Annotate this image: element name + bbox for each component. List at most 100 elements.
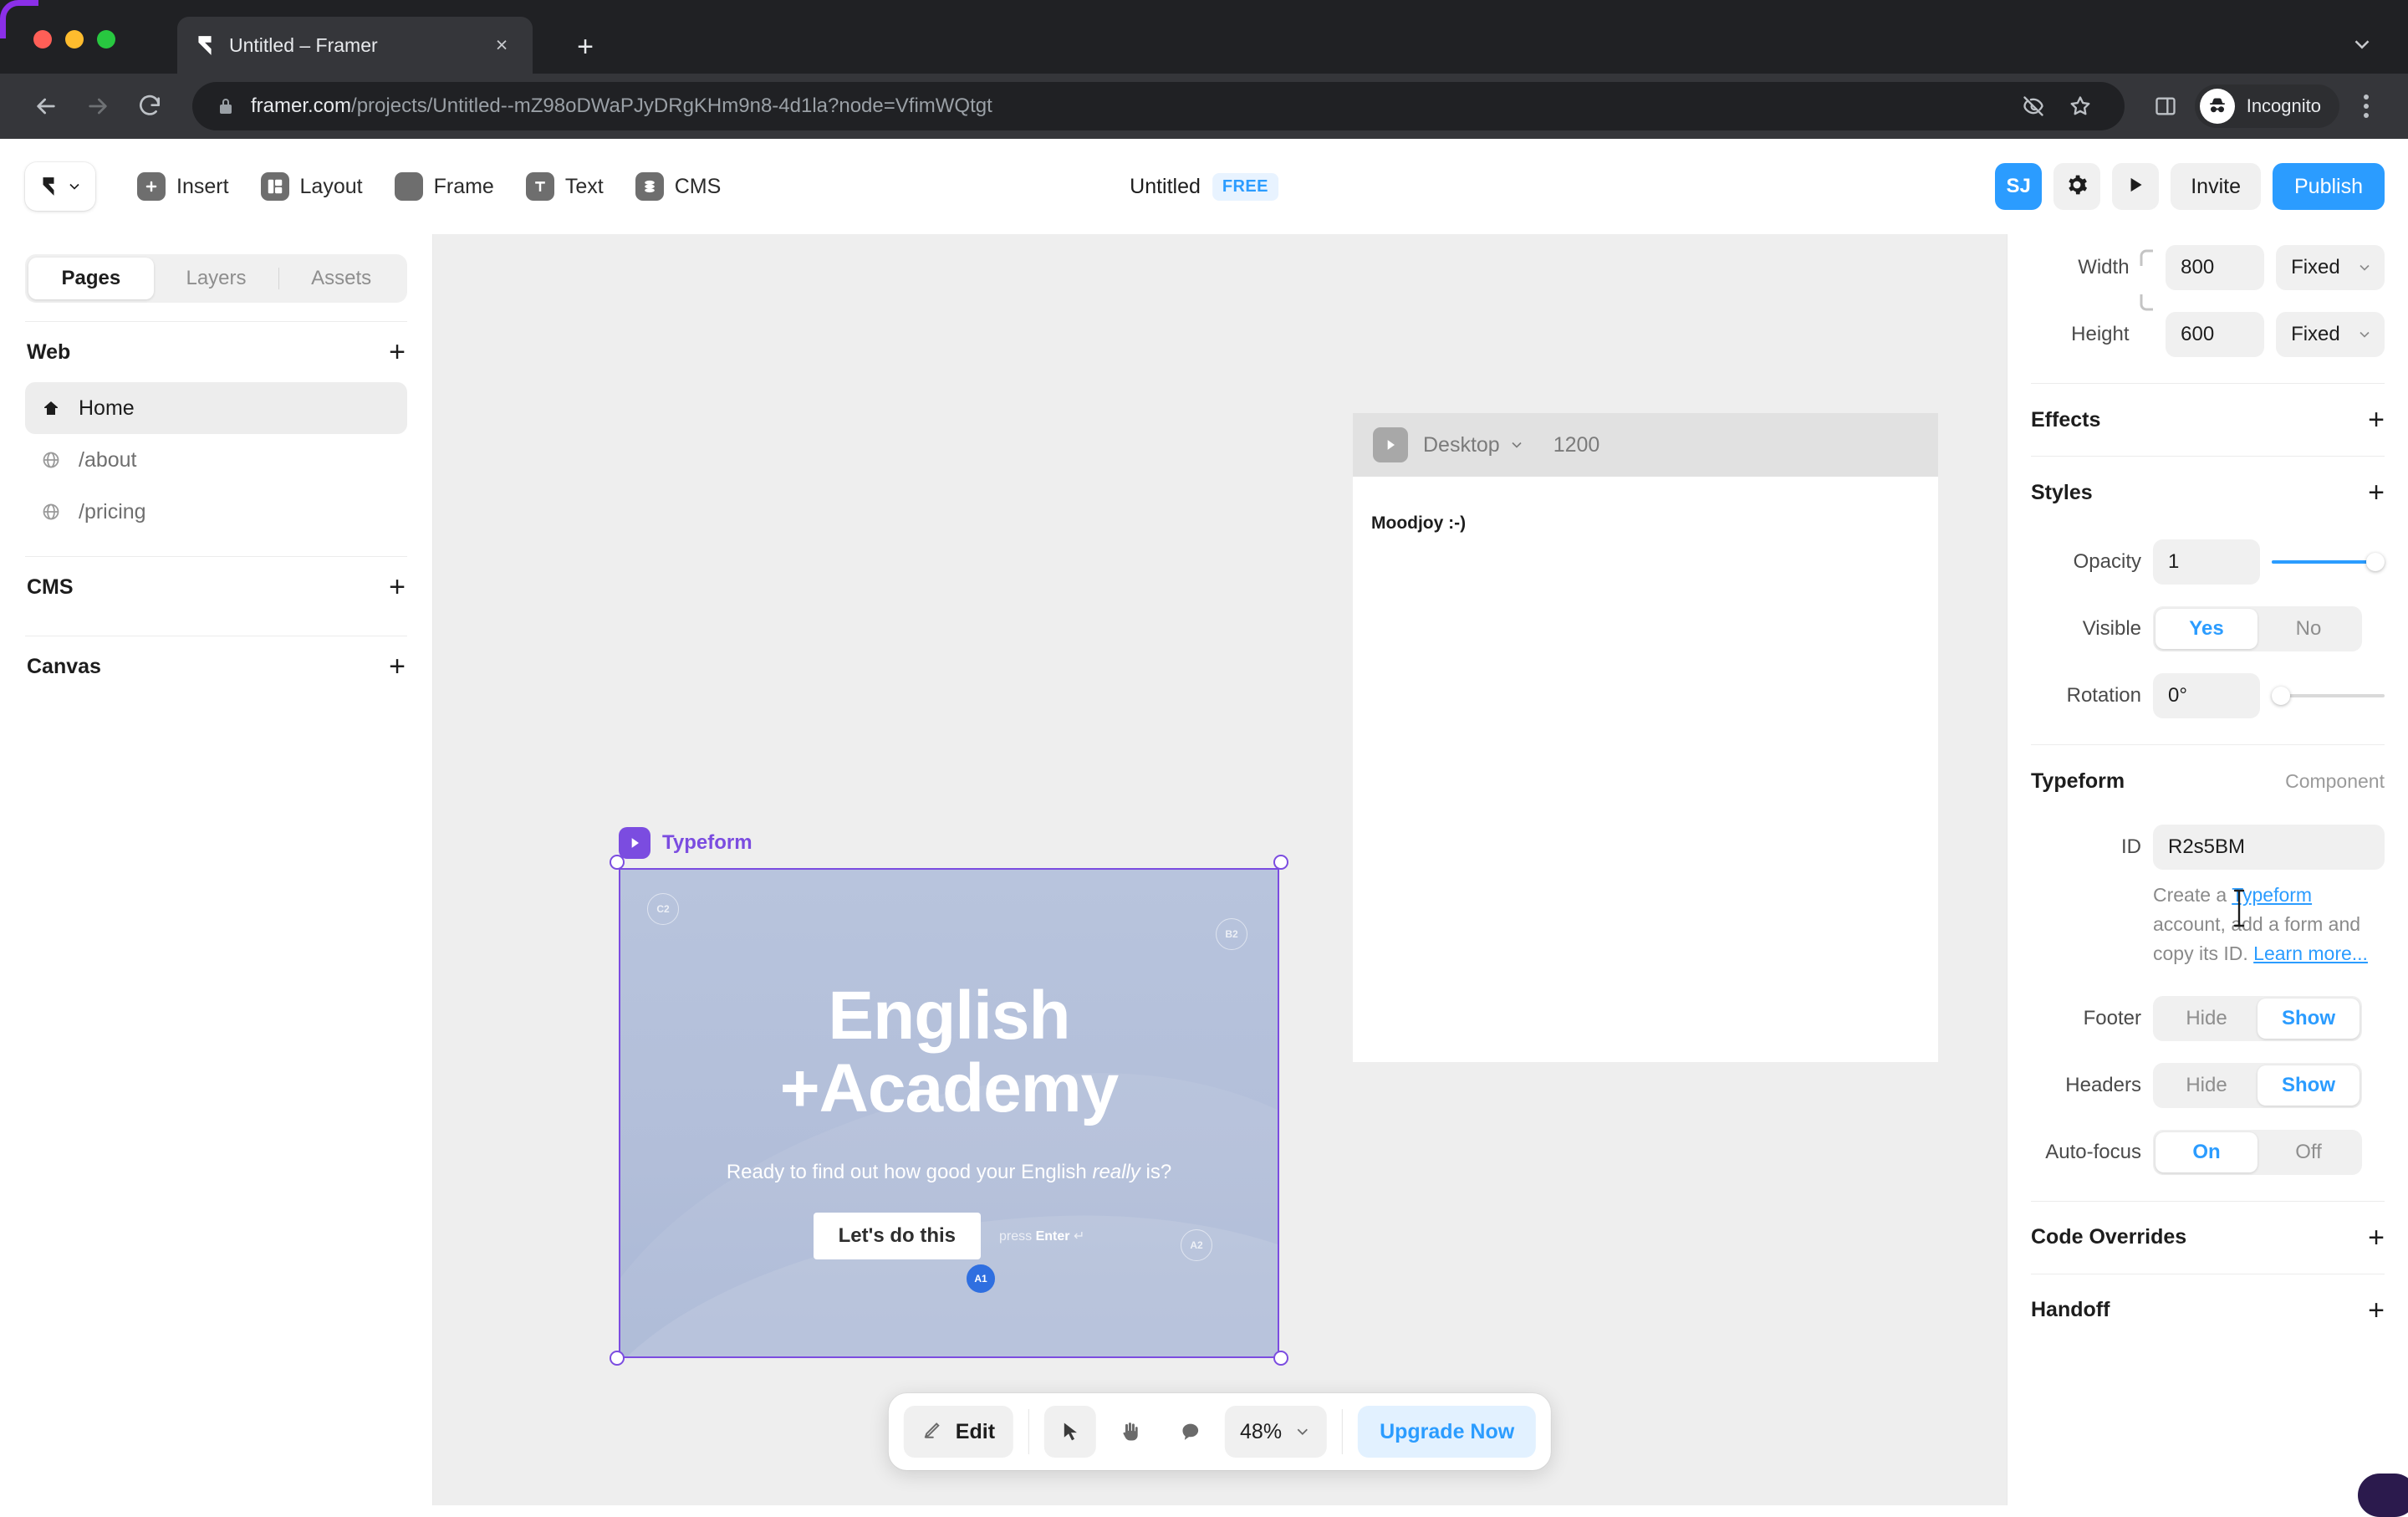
sidebar-item-pricing[interactable]: /pricing (25, 486, 407, 538)
learn-more-link[interactable]: Learn more... (2253, 942, 2368, 964)
resize-handle-top-left[interactable] (610, 855, 625, 870)
play-icon (2125, 174, 2146, 200)
autofocus-on-option[interactable]: On (2155, 1132, 2258, 1172)
autofocus-off-option[interactable]: Off (2258, 1132, 2360, 1172)
hand-icon[interactable] (1105, 1406, 1156, 1458)
lets-do-this-button[interactable]: Let's do this (814, 1213, 981, 1259)
add-web-page-button[interactable]: + (389, 338, 406, 366)
screen-recording-widget (2358, 1474, 2408, 1517)
avatar[interactable]: SJ (1995, 163, 2042, 210)
toolbar-item-frame[interactable]: Frame (383, 164, 506, 209)
plan-badge: FREE (1212, 173, 1278, 201)
canvas-frame-desktop[interactable]: Desktop 1200 Moodjoy :-) (1353, 413, 1938, 1062)
rotation-input[interactable]: 0° (2153, 673, 2260, 718)
opacity-slider[interactable] (2272, 539, 2385, 585)
new-tab-button[interactable]: + (569, 30, 602, 64)
tab-layers[interactable]: Layers (154, 258, 279, 299)
toolbar-label-text: Text (565, 175, 604, 199)
forward-icon[interactable] (75, 84, 120, 129)
screen-recording-indicator (0, 0, 38, 38)
eye-off-icon[interactable] (2013, 85, 2054, 127)
footer-hide-option[interactable]: Hide (2155, 999, 2258, 1039)
cursor-arrow-icon[interactable] (1044, 1406, 1096, 1458)
tab-pages[interactable]: Pages (28, 258, 154, 299)
link-constraint-icon[interactable] (2138, 234, 2155, 301)
edit-mode-button[interactable]: Edit (904, 1406, 1013, 1458)
headers-hide-option[interactable]: Hide (2155, 1065, 2258, 1106)
globe-icon (38, 502, 64, 522)
visible-no-option[interactable]: No (2258, 609, 2360, 649)
subtitle-emphasis: really (1092, 1161, 1140, 1183)
publish-button[interactable]: Publish (2273, 163, 2385, 210)
preview-button[interactable] (2112, 163, 2159, 210)
toolbar-label-layout: Layout (300, 175, 363, 199)
plus-square-icon (137, 172, 166, 201)
resize-handle-bottom-left[interactable] (610, 1351, 625, 1366)
kebab-menu-icon[interactable] (2348, 88, 2385, 125)
add-effect-button[interactable]: + (2368, 406, 2385, 434)
address-bar[interactable]: framer.com/projects/Untitled--mZ98oDWaPJ… (192, 82, 2125, 130)
opacity-input[interactable]: 1 (2153, 539, 2260, 585)
add-canvas-button[interactable]: + (389, 652, 406, 681)
settings-button[interactable] (2053, 163, 2100, 210)
height-mode-select[interactable]: Fixed (2276, 312, 2385, 357)
star-icon[interactable] (2059, 85, 2101, 127)
toolbar-item-cms[interactable]: CMS (624, 164, 733, 209)
resize-handle-top-right[interactable] (1273, 855, 1288, 870)
side-panel-icon[interactable] (2145, 85, 2186, 127)
document-title-group[interactable]: Untitled FREE (1130, 173, 1278, 201)
footer-label: Footer (2031, 1007, 2141, 1030)
autofocus-label: Auto-focus (2031, 1141, 2141, 1164)
height-input[interactable]: 600 (2166, 312, 2264, 357)
headers-toggle[interactable]: Hide Show (2153, 1063, 2362, 1108)
tab-list-chevron-down-icon[interactable] (2349, 32, 2375, 61)
frame-device-selector[interactable]: Desktop (1423, 433, 1525, 457)
resize-handle-bottom-right[interactable] (1273, 1351, 1288, 1366)
typeform-link[interactable]: Typeform (2232, 884, 2312, 906)
upgrade-now-button[interactable]: Upgrade Now (1358, 1406, 1536, 1458)
headers-show-option[interactable]: Show (2258, 1065, 2360, 1106)
frame-header[interactable]: Desktop 1200 (1353, 413, 1938, 477)
effects-section-header: Effects + (2008, 384, 2408, 456)
component-kind: Component (2285, 770, 2385, 793)
play-icon[interactable] (1373, 427, 1408, 462)
reload-icon[interactable] (127, 84, 172, 129)
footer-show-option[interactable]: Show (2258, 999, 2360, 1039)
typeform-preview[interactable]: C2 B2 A2 A1 English +Academy Ready to fi… (619, 868, 1279, 1358)
minimize-window-button[interactable] (65, 30, 84, 49)
add-handoff-button[interactable]: + (2368, 1296, 2385, 1325)
invite-button[interactable]: Invite (2171, 163, 2261, 210)
selection-label[interactable]: Typeform (619, 825, 1279, 861)
visible-yes-option[interactable]: Yes (2155, 609, 2258, 649)
add-style-button[interactable]: + (2368, 478, 2385, 507)
width-mode-select[interactable]: Fixed (2276, 245, 2385, 290)
framer-menu-button[interactable] (25, 162, 95, 211)
maximize-window-button[interactable] (97, 30, 115, 49)
tab-assets[interactable]: Assets (278, 258, 404, 299)
add-cms-collection-button[interactable]: + (389, 573, 406, 601)
zoom-selector[interactable]: 48% (1225, 1406, 1327, 1458)
selected-component[interactable]: Typeform C2 B2 A2 A1 English +Academy Re (619, 825, 1279, 1358)
autofocus-toggle[interactable]: On Off (2153, 1130, 2362, 1175)
opacity-label: Opacity (2031, 550, 2141, 574)
sidebar-item-home[interactable]: Home (25, 382, 407, 434)
comment-icon[interactable] (1165, 1406, 1217, 1458)
typeform-id-input[interactable]: R2s5BM (2153, 825, 2385, 870)
toolbar-item-text[interactable]: Text (514, 164, 615, 209)
zoom-level: 48% (1240, 1420, 1282, 1444)
add-code-override-button[interactable]: + (2368, 1223, 2385, 1252)
rotation-slider[interactable] (2272, 673, 2385, 718)
toolbar-item-insert[interactable]: Insert (125, 164, 241, 209)
chevron-down-icon (66, 178, 83, 195)
close-tab-icon[interactable]: × (487, 31, 516, 59)
visible-toggle[interactable]: Yes No (2153, 606, 2362, 651)
canvas-area[interactable]: Desktop 1200 Moodjoy :-) Typeform (433, 234, 2007, 1505)
footer-toggle[interactable]: Hide Show (2153, 996, 2362, 1041)
layout-icon (261, 172, 289, 201)
browser-tab[interactable]: Untitled – Framer × (177, 17, 533, 74)
width-input[interactable]: 800 (2166, 245, 2264, 290)
toolbar-item-layout[interactable]: Layout (249, 164, 375, 209)
profile-incognito-pill[interactable]: Incognito (2195, 84, 2339, 128)
sidebar-item-about[interactable]: /about (25, 434, 407, 486)
back-icon[interactable] (23, 84, 69, 129)
